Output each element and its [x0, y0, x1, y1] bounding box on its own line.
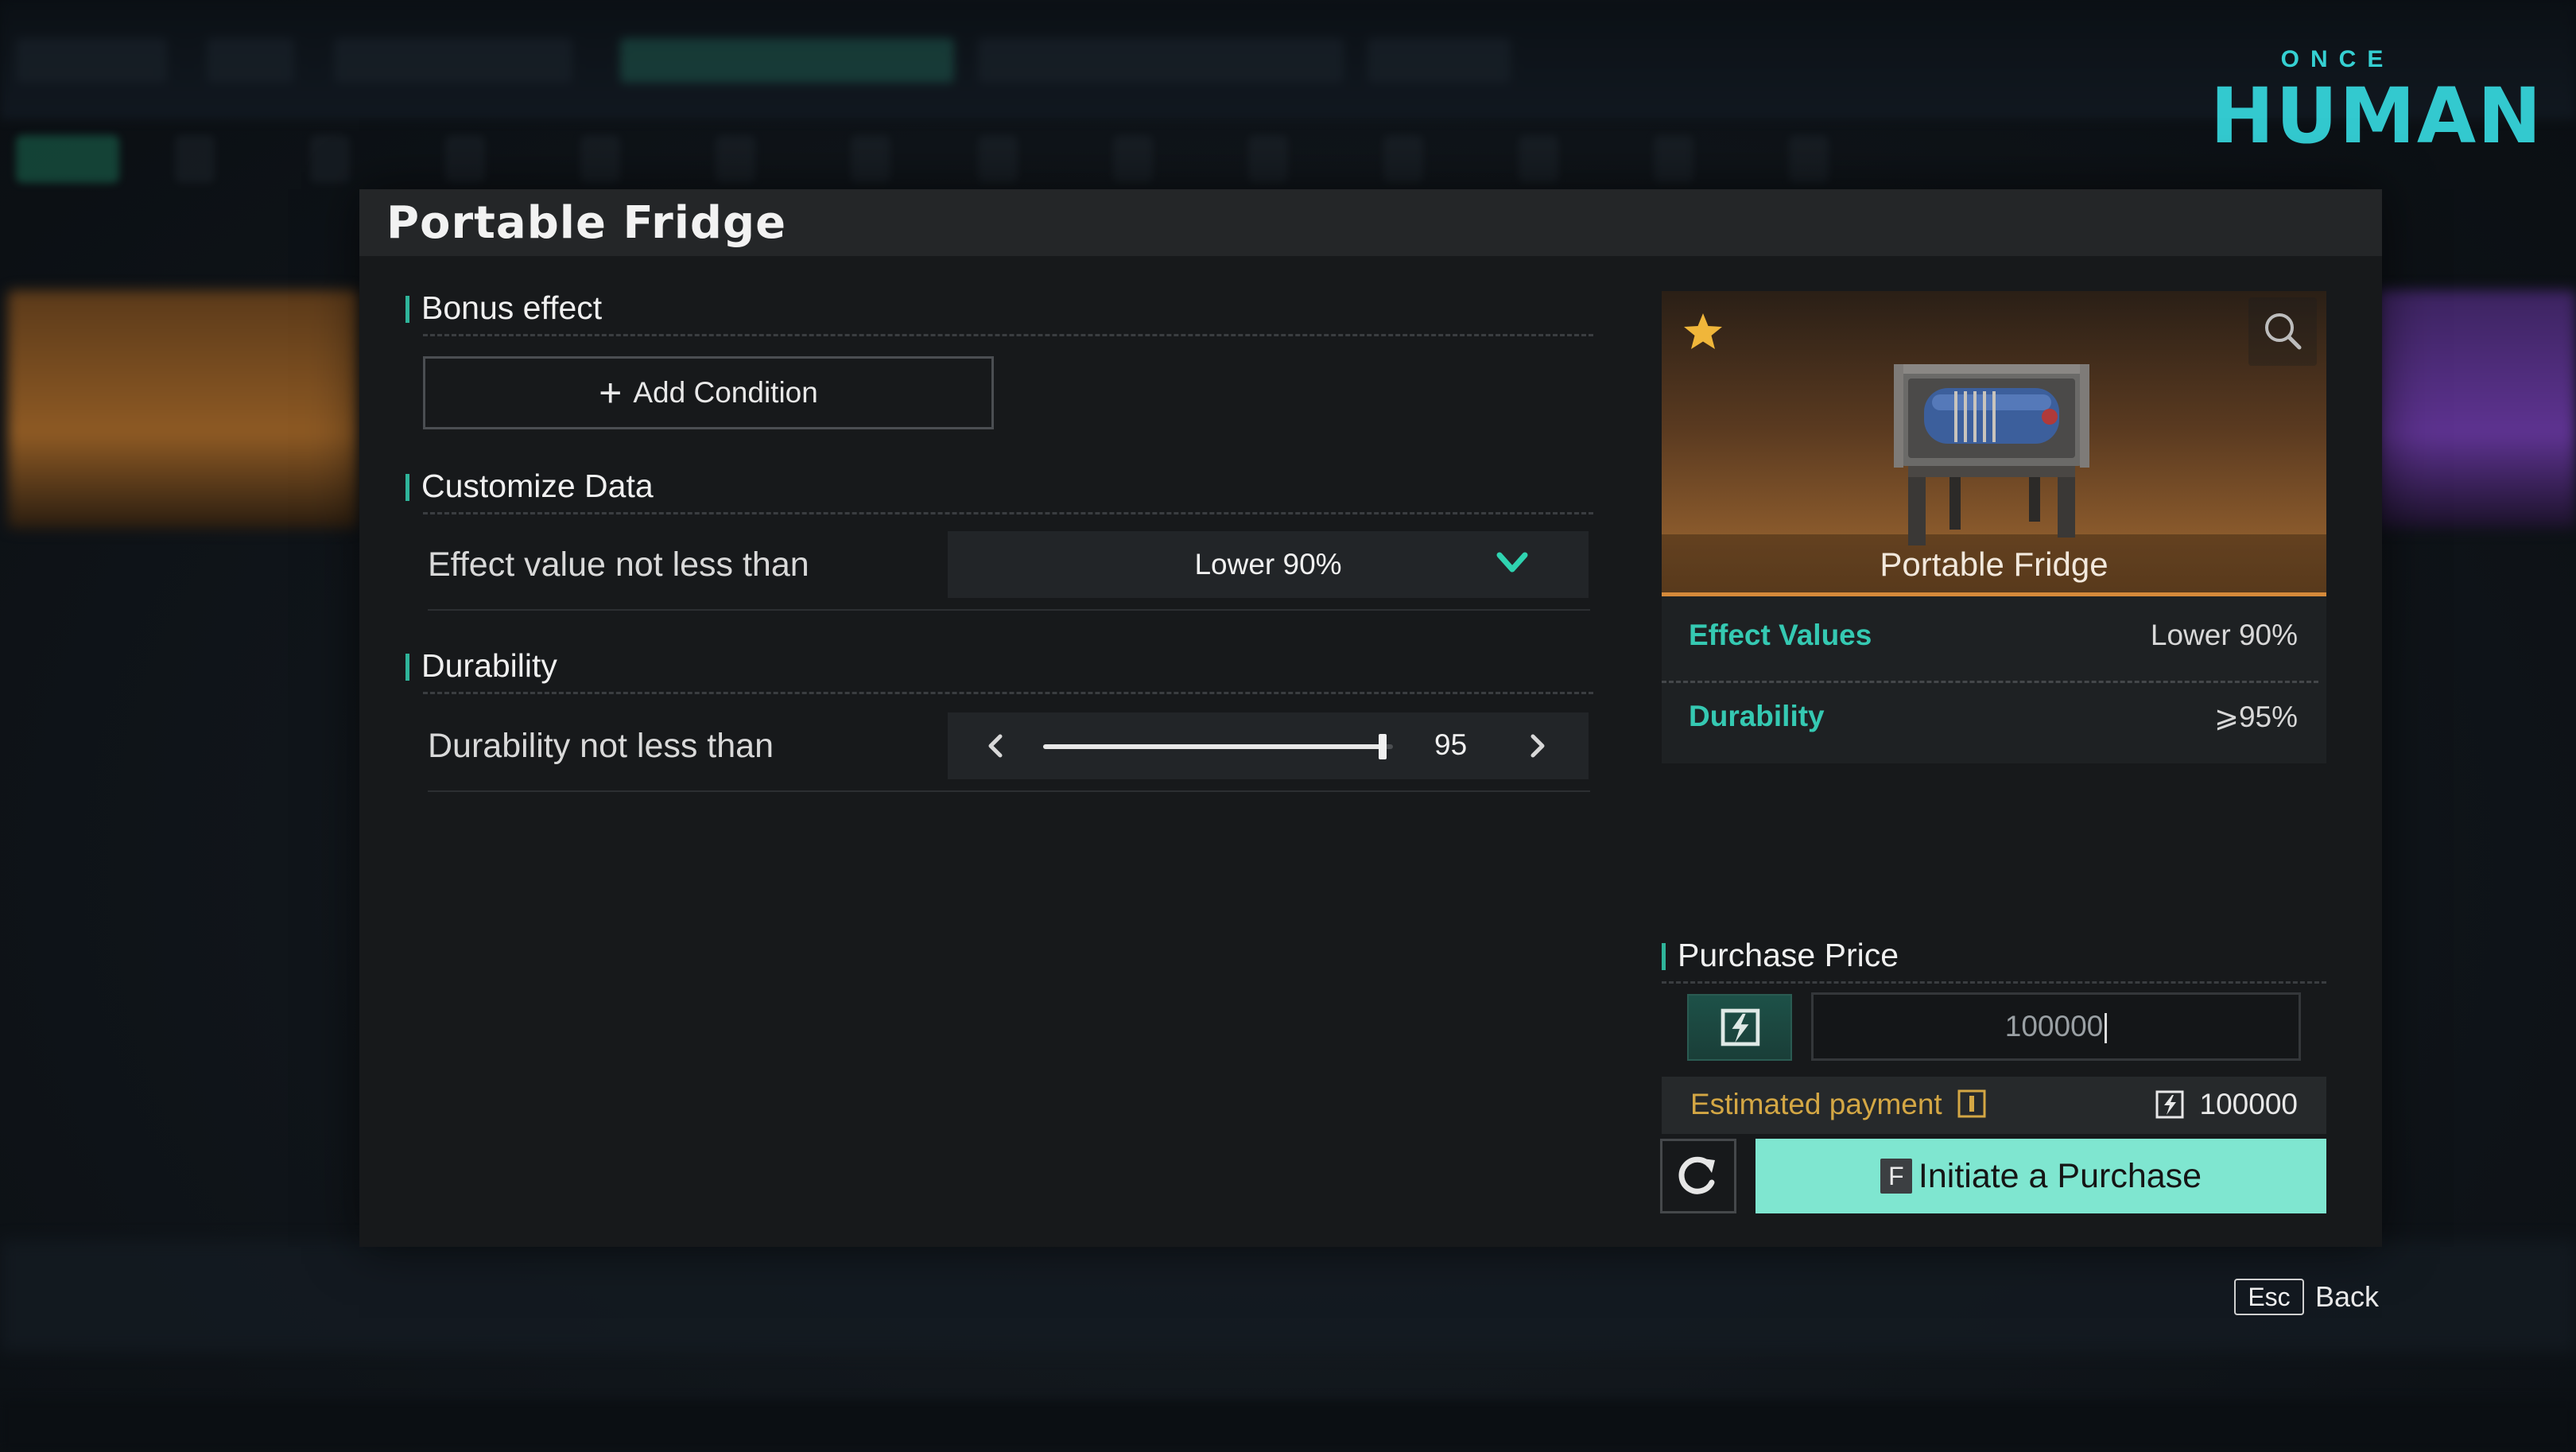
- estimated-payment-value: 100000: [2199, 1088, 2298, 1120]
- plus-icon: +: [599, 371, 623, 415]
- dialog-title: Portable Fridge: [386, 197, 787, 249]
- back-button[interactable]: Back: [2315, 1280, 2379, 1314]
- logo-top-text: ONCE: [2280, 46, 2395, 72]
- row-divider: [428, 609, 1590, 611]
- purchase-price-heading: Purchase Price: [1662, 937, 1899, 974]
- divider: [423, 692, 1593, 694]
- stat-row-durability: Durability ⩾95%: [1662, 682, 2326, 760]
- estimated-payment-label: Estimated payment: [1690, 1088, 1942, 1120]
- estimated-payment-row: Estimated payment 100000: [1662, 1077, 2326, 1134]
- durability-slider-handle[interactable]: [1378, 734, 1387, 759]
- logo-main-text: HUMAN: [2210, 72, 2543, 161]
- bonus-effect-heading: Bonus effect: [405, 289, 602, 327]
- arrow-right-icon[interactable]: [1522, 730, 1554, 762]
- durability-label: Durability not less than: [428, 727, 774, 765]
- initiate-purchase-label: Initiate a Purchase: [1918, 1156, 2202, 1195]
- customize-data-heading: Customize Data: [405, 468, 654, 505]
- price-input[interactable]: 100000: [1811, 992, 2301, 1061]
- background-top-bar: [0, 0, 2576, 119]
- divider: [423, 334, 1593, 336]
- price-input-value: 100000: [2004, 1010, 2104, 1042]
- initiate-purchase-button[interactable]: F Initiate a Purchase: [1755, 1139, 2326, 1213]
- dialog-header: Portable Fridge: [359, 189, 2382, 256]
- currency-box: [1687, 994, 1792, 1061]
- durability-value: 95: [1434, 728, 1468, 761]
- hotkey-badge: F: [1880, 1159, 1912, 1194]
- star-icon[interactable]: [1682, 312, 1724, 351]
- divider: [423, 512, 1593, 514]
- stat-label: Effect Values: [1689, 619, 1872, 651]
- refresh-button[interactable]: [1660, 1139, 1736, 1213]
- background-bottom-strip: [0, 1400, 2576, 1452]
- portable-fridge-image: [1894, 364, 2089, 545]
- energy-link-icon: [2155, 1090, 2184, 1119]
- stat-row-effect-values: Effect Values Lower 90%: [1662, 596, 2326, 674]
- chevron-down-icon: [1496, 552, 1528, 573]
- divider: [1662, 981, 2326, 984]
- background-bottom-panel: [0, 1240, 2576, 1352]
- refresh-icon: [1678, 1156, 1715, 1194]
- item-preview-card: Portable Fridge Effect Values Lower 90% …: [1662, 291, 2326, 763]
- add-condition-label: Add Condition: [633, 376, 818, 409]
- stat-value: ⩾95%: [2213, 701, 2298, 733]
- arrow-left-icon[interactable]: [980, 730, 1011, 762]
- item-name: Portable Fridge: [1880, 545, 2109, 583]
- game-logo: ONCE HUMAN: [2210, 40, 2543, 161]
- inspect-item-button[interactable]: [2248, 297, 2317, 366]
- search-icon: [2265, 313, 2302, 350]
- item-image-panel: Portable Fridge: [1662, 291, 2326, 596]
- background-item-card: [2377, 290, 2576, 529]
- text-cursor: [2105, 1013, 2108, 1044]
- energy-link-icon: [1721, 1008, 1760, 1046]
- row-divider: [428, 790, 1590, 792]
- info-icon[interactable]: [1957, 1089, 1986, 1118]
- add-condition-button[interactable]: + Add Condition: [423, 356, 994, 429]
- durability-slider-fill: [1043, 744, 1383, 749]
- esc-key-hint[interactable]: Esc: [2234, 1279, 2304, 1315]
- durability-slider-track[interactable]: [1043, 734, 1393, 759]
- stat-value: Lower 90%: [2150, 619, 2298, 651]
- durability-heading: Durability: [405, 647, 557, 685]
- stat-label: Durability: [1689, 700, 1825, 732]
- effect-value-dropdown[interactable]: Lower 90%: [948, 531, 1589, 598]
- effect-value-selected: Lower 90%: [1194, 548, 1342, 580]
- durability-slider: 95: [948, 712, 1589, 779]
- effect-value-label: Effect value not less than: [428, 545, 809, 584]
- background-item-card: [8, 290, 358, 529]
